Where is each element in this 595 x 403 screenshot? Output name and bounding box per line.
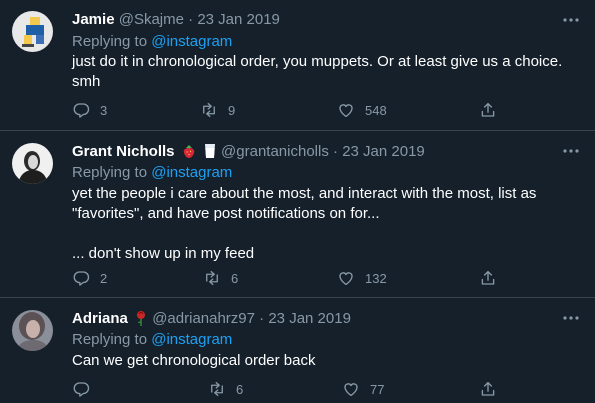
like-button[interactable]: 77 xyxy=(342,380,384,398)
retweet-icon xyxy=(203,102,215,118)
display-name[interactable]: Jamie xyxy=(72,11,115,28)
separator: · xyxy=(333,143,339,160)
like-icon xyxy=(344,383,358,397)
retweet-count: 6 xyxy=(231,270,239,286)
like-button[interactable]: 548 xyxy=(337,101,387,119)
share-icon xyxy=(481,102,495,117)
like-count: 77 xyxy=(370,381,385,397)
tweet-actions: 6 77 xyxy=(72,380,512,400)
reply-button[interactable]: 2 xyxy=(72,269,107,287)
retweet-count: 6 xyxy=(236,381,244,397)
display-name[interactable]: Grant Nicholls xyxy=(72,143,175,160)
tweet[interactable]: Jamie @Skajme · 23 Jan 2019 Replying to … xyxy=(0,0,595,131)
avatar[interactable] xyxy=(12,11,53,52)
more-icon[interactable] xyxy=(561,14,581,26)
like-count: 548 xyxy=(365,102,387,118)
retweet-button[interactable]: 6 xyxy=(203,269,238,287)
rose-icon xyxy=(134,310,148,332)
retweet-button[interactable]: 9 xyxy=(200,101,235,119)
handle[interactable]: @Skajme xyxy=(119,11,184,28)
retweet-icon xyxy=(206,270,218,286)
tweet-text: Can we get chronological order back xyxy=(72,352,316,369)
handle[interactable]: @adrianahrz97 xyxy=(152,310,255,327)
separator: · xyxy=(188,11,194,28)
more-icon[interactable] xyxy=(561,312,581,324)
retweet-button[interactable]: 6 xyxy=(208,380,243,398)
timestamp[interactable]: 23 Jan 2019 xyxy=(268,310,351,327)
tweet-text: yet the people i care about the most, an… xyxy=(72,185,537,262)
more-icon[interactable] xyxy=(561,145,581,157)
timestamp[interactable]: 23 Jan 2019 xyxy=(342,143,425,160)
tweet-actions: 2 6 132 xyxy=(72,269,512,289)
replying-prefix: Replying to xyxy=(72,164,148,181)
reply-icon xyxy=(73,103,90,118)
share-button[interactable] xyxy=(479,101,497,119)
separator: · xyxy=(259,310,265,327)
reply-icon xyxy=(73,271,90,286)
like-count: 132 xyxy=(365,270,387,286)
tweet[interactable]: Grant Nicholls @grantanicholls · 23 Jan … xyxy=(0,131,595,298)
timestamp[interactable]: 23 Jan 2019 xyxy=(197,11,280,28)
like-button[interactable]: 132 xyxy=(337,269,387,287)
mention-link[interactable]: @instagram xyxy=(151,164,232,181)
tweet-actions: 3 9 548 xyxy=(72,101,512,121)
replying-to: Replying to @instagram xyxy=(72,163,232,183)
avatar[interactable] xyxy=(12,310,53,351)
like-icon xyxy=(339,272,353,286)
tweet-header: Adriana @adrianahrz97 · 23 Jan 2019 xyxy=(72,309,351,332)
replying-prefix: Replying to xyxy=(72,33,148,50)
reply-count: 2 xyxy=(100,270,108,286)
display-name[interactable]: Adriana xyxy=(72,310,128,327)
reply-button[interactable]: 3 xyxy=(72,101,107,119)
avatar[interactable] xyxy=(12,143,53,184)
reply-icon xyxy=(73,382,90,397)
milk-glass-icon xyxy=(203,143,217,165)
mention-link[interactable]: @instagram xyxy=(151,331,232,348)
retweet-count: 9 xyxy=(228,102,236,118)
like-icon xyxy=(339,104,353,118)
replying-prefix: Replying to xyxy=(72,331,148,348)
retweet-icon xyxy=(211,381,223,397)
replying-to: Replying to @instagram xyxy=(72,32,232,52)
reply-button[interactable] xyxy=(72,380,100,398)
replying-to: Replying to @instagram xyxy=(72,330,232,350)
tweet-header: Grant Nicholls @grantanicholls · 23 Jan … xyxy=(72,142,425,165)
share-button[interactable] xyxy=(479,269,497,287)
tweet-text: just do it in chronological order, you m… xyxy=(72,53,563,90)
share-icon xyxy=(481,270,495,285)
reply-count: 3 xyxy=(100,102,108,118)
handle[interactable]: @grantanicholls xyxy=(221,143,329,160)
strawberry-icon xyxy=(181,143,197,165)
share-icon xyxy=(481,381,495,396)
tweet-header: Jamie @Skajme · 23 Jan 2019 xyxy=(72,10,280,30)
share-button[interactable] xyxy=(479,380,497,398)
mention-link[interactable]: @instagram xyxy=(151,33,232,50)
tweet[interactable]: Adriana @adrianahrz97 · 23 Jan 2019 Repl… xyxy=(0,298,595,403)
